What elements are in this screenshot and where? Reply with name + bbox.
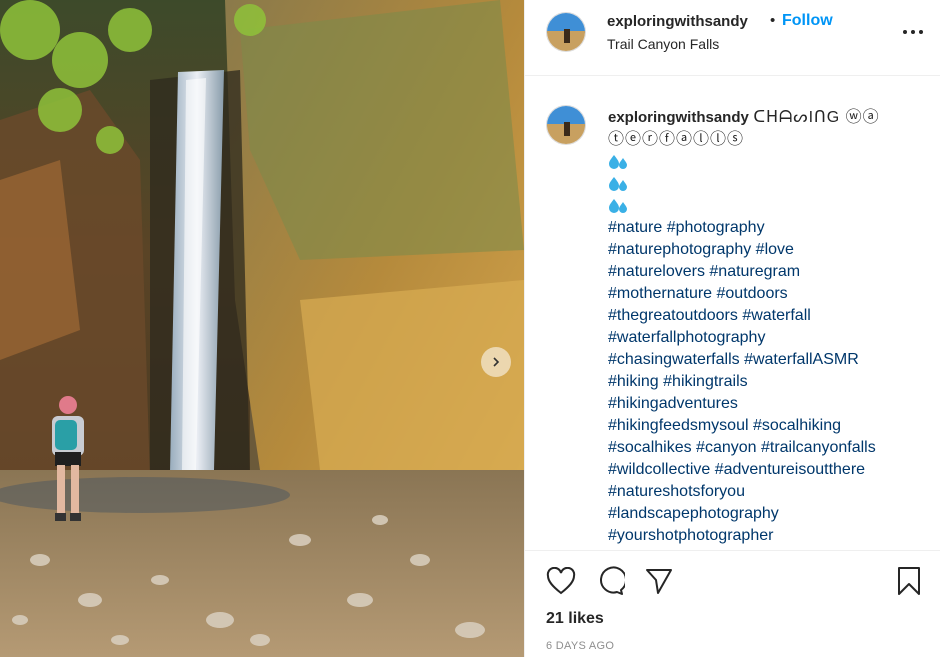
hashtag-line[interactable]: #wildcollective #adventureisoutthere (608, 459, 908, 481)
hashtag-line[interactable]: #naturephotography #love (608, 239, 908, 261)
hashtag-line[interactable]: #landscapephotography (608, 503, 908, 525)
post-actions: 21 likes 6 DAYS AGO (525, 550, 940, 657)
post-photo[interactable] (0, 0, 524, 657)
heart-icon[interactable] (545, 565, 577, 597)
chevron-right-icon (490, 356, 502, 368)
paper-plane-icon[interactable] (643, 565, 675, 597)
username-link[interactable]: exploringwithsandy (607, 13, 748, 30)
water-drops-icon (608, 151, 908, 173)
hashtag-line[interactable]: #nature #photography (608, 217, 908, 239)
waterfall-photo (0, 0, 524, 657)
separator-dot: • (770, 12, 776, 29)
caption-title-line2: ⓣⓔⓡⓕⓐⓛⓛⓢ (608, 131, 745, 148)
caption-title-line1: ᑕᕼᗩᔕIᑎG ⓦⓐ (753, 109, 880, 126)
post-header: exploringwithsandy • Follow Trail Canyon… (525, 0, 940, 76)
avatar[interactable] (546, 105, 586, 145)
hashtag-line[interactable]: #yourshotphotographer (608, 525, 908, 547)
post-timestamp[interactable]: 6 DAYS AGO (546, 640, 614, 652)
caption-username[interactable]: exploringwithsandy (608, 109, 749, 126)
hashtag-line[interactable]: #chasingwaterfalls #waterfallASMR (608, 349, 908, 371)
water-drops-icon (608, 173, 908, 195)
hashtag-line[interactable]: #mothernature #outdoors (608, 283, 908, 305)
post-side-panel: exploringwithsandy • Follow Trail Canyon… (524, 0, 940, 657)
avatar[interactable] (546, 12, 586, 52)
hashtag-line[interactable]: #thegreatoutdoors #waterfall (608, 305, 908, 327)
hashtag-line[interactable]: #hiking #hikingtrails (608, 371, 908, 393)
more-options-icon[interactable] (903, 24, 923, 40)
hashtag-line[interactable]: #natureshotsforyou (608, 481, 908, 503)
hashtag-line[interactable]: #waterfallphotography (608, 327, 908, 349)
next-photo-button[interactable] (481, 347, 511, 377)
follow-button[interactable]: Follow (782, 12, 833, 30)
hashtag-line[interactable]: #naturelovers #naturegram (608, 261, 908, 283)
hashtag-line[interactable]: #hikingfeedsmysoul #socalhiking (608, 415, 908, 437)
bookmark-icon[interactable] (893, 565, 925, 597)
hashtag-line[interactable]: #hikingadventures (608, 393, 908, 415)
post-caption: exploringwithsandy ᑕᕼᗩᔕIᑎG ⓦⓐ ⓣⓔⓡⓕⓐⓛⓛⓢ #… (608, 107, 908, 547)
water-drops-icon (608, 195, 908, 217)
likes-count[interactable]: 21 likes (546, 610, 604, 628)
location-link[interactable]: Trail Canyon Falls (607, 36, 719, 52)
comment-bubble-icon[interactable] (594, 565, 626, 597)
comments-area: exploringwithsandy ᑕᕼᗩᔕIᑎG ⓦⓐ ⓣⓔⓡⓕⓐⓛⓛⓢ #… (525, 77, 940, 550)
hashtag-line[interactable]: #socalhikes #canyon #trailcanyonfalls (608, 437, 908, 459)
